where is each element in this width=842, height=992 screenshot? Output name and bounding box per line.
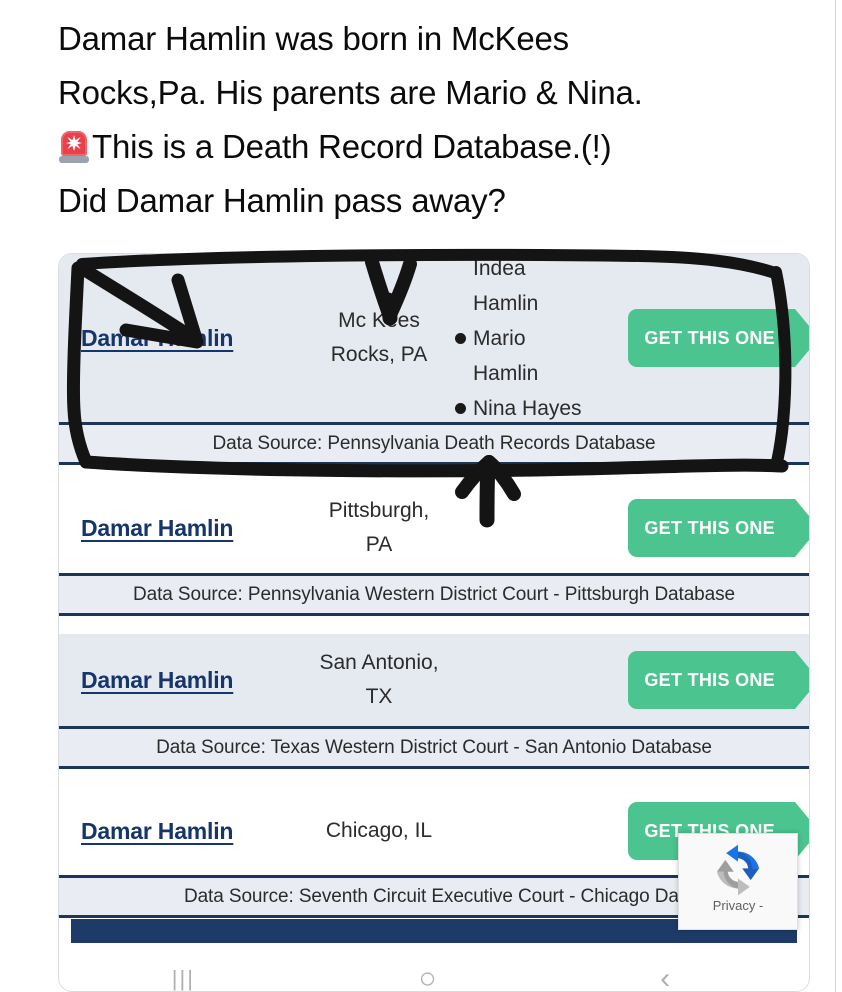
result-location: Chicago, IL (301, 814, 451, 848)
list-item: Mario (455, 321, 601, 356)
caption-line-3-wrapper: This is a Death Record Database.(!) (58, 120, 818, 174)
caption-line-2: Rocks,Pa. His parents are Mario & Nina. (58, 74, 643, 111)
row-spacer (59, 616, 809, 634)
data-source-row: Data Source: Texas Western District Cour… (59, 726, 809, 769)
caption-line-1: Damar Hamlin was born in McKees (58, 20, 569, 57)
result-location-line-2: Rocks, PA (330, 343, 428, 366)
result-location: Mc Kees Rocks, PA (301, 304, 451, 372)
home-icon[interactable]: ○ (419, 970, 437, 992)
result-location-line-1: Mc Kees (338, 309, 420, 332)
table-row[interactable]: Damar Hamlin San Antonio, TX GET THIS ON… (59, 634, 809, 726)
android-navigation-bar: ||| ○ ‹ (60, 970, 782, 992)
relative-name: Nina Hayes (473, 396, 582, 420)
result-relatives-list: Indea Hamlin Mario Hamlin Nina Hayes (451, 254, 601, 426)
result-location: Pittsburgh, PA (301, 494, 451, 562)
recaptcha-logo-icon (716, 844, 760, 896)
relative-name: Hamlin (473, 291, 539, 315)
data-source-text: Data Source: Pennsylvania Death Records … (212, 432, 656, 454)
data-source-text: Data Source: Pennsylvania Western Distri… (133, 583, 735, 605)
data-source-row: Data Source: Pennsylvania Death Records … (59, 422, 809, 465)
result-name-link[interactable]: Damar Hamlin (81, 515, 301, 542)
caption-line-3: This is a Death Record Database.(!) (92, 128, 612, 165)
get-this-one-button[interactable]: GET THIS ONE (628, 651, 809, 709)
row-spacer (59, 465, 809, 483)
result-name-link[interactable]: Damar Hamlin (81, 325, 301, 352)
result-location: San Antonio, TX (301, 646, 451, 714)
relative-name: Hamlin (473, 361, 539, 385)
list-item: Hamlin (455, 356, 601, 391)
table-row[interactable]: Damar Hamlin Pittsburgh, PA GET THIS ONE (59, 483, 809, 573)
list-item: Hamlin (455, 286, 601, 321)
cta-container: GET THIS ONE (601, 499, 809, 557)
row-spacer (59, 769, 809, 787)
data-source-text: Data Source: Texas Western District Cour… (156, 736, 712, 758)
get-this-one-button[interactable]: GET THIS ONE (628, 499, 809, 557)
recents-icon[interactable]: ||| (172, 970, 195, 990)
bullet-spacer-icon (455, 298, 466, 309)
bullet-spacer-icon (455, 368, 466, 379)
back-icon[interactable]: ‹ (660, 970, 670, 992)
result-location-line-1: Pittsburgh, (328, 499, 430, 522)
bullet-icon (455, 332, 466, 344)
bullet-spacer-icon (455, 263, 466, 274)
cta-container: GET THIS ONE (601, 309, 809, 367)
get-this-one-button[interactable]: GET THIS ONE (628, 309, 809, 367)
bullet-icon (455, 402, 466, 414)
data-source-row: Data Source: Pennsylvania Western Distri… (59, 573, 809, 616)
relative-name: Mario (473, 326, 526, 350)
relative-name: Indea (473, 256, 526, 280)
cta-container: GET THIS ONE (601, 651, 809, 709)
police-siren-icon (58, 130, 90, 164)
post-caption: Damar Hamlin was born in McKees Rocks,Pa… (58, 12, 818, 228)
result-location-line-2: PA (365, 533, 393, 556)
list-item: Indea (455, 254, 601, 286)
result-location-line-1: Chicago, IL (325, 819, 433, 842)
result-location-line-1: San Antonio, (319, 651, 439, 674)
screenshot-right-edge (835, 0, 836, 992)
table-row[interactable]: Damar Hamlin Mc Kees Rocks, PA Indea Ham… (59, 254, 809, 422)
data-source-text: Data Source: Seventh Circuit Executive C… (183, 885, 685, 907)
recaptcha-badge[interactable]: Privacy - (678, 833, 798, 930)
recaptcha-privacy-label[interactable]: Privacy - (713, 898, 764, 913)
result-name-link[interactable]: Damar Hamlin (81, 818, 301, 845)
result-location-line-2: TX (365, 685, 393, 708)
list-item: Nina Hayes (455, 391, 601, 426)
result-name-link[interactable]: Damar Hamlin (81, 667, 301, 694)
caption-line-4: Did Damar Hamlin pass away? (58, 182, 506, 219)
